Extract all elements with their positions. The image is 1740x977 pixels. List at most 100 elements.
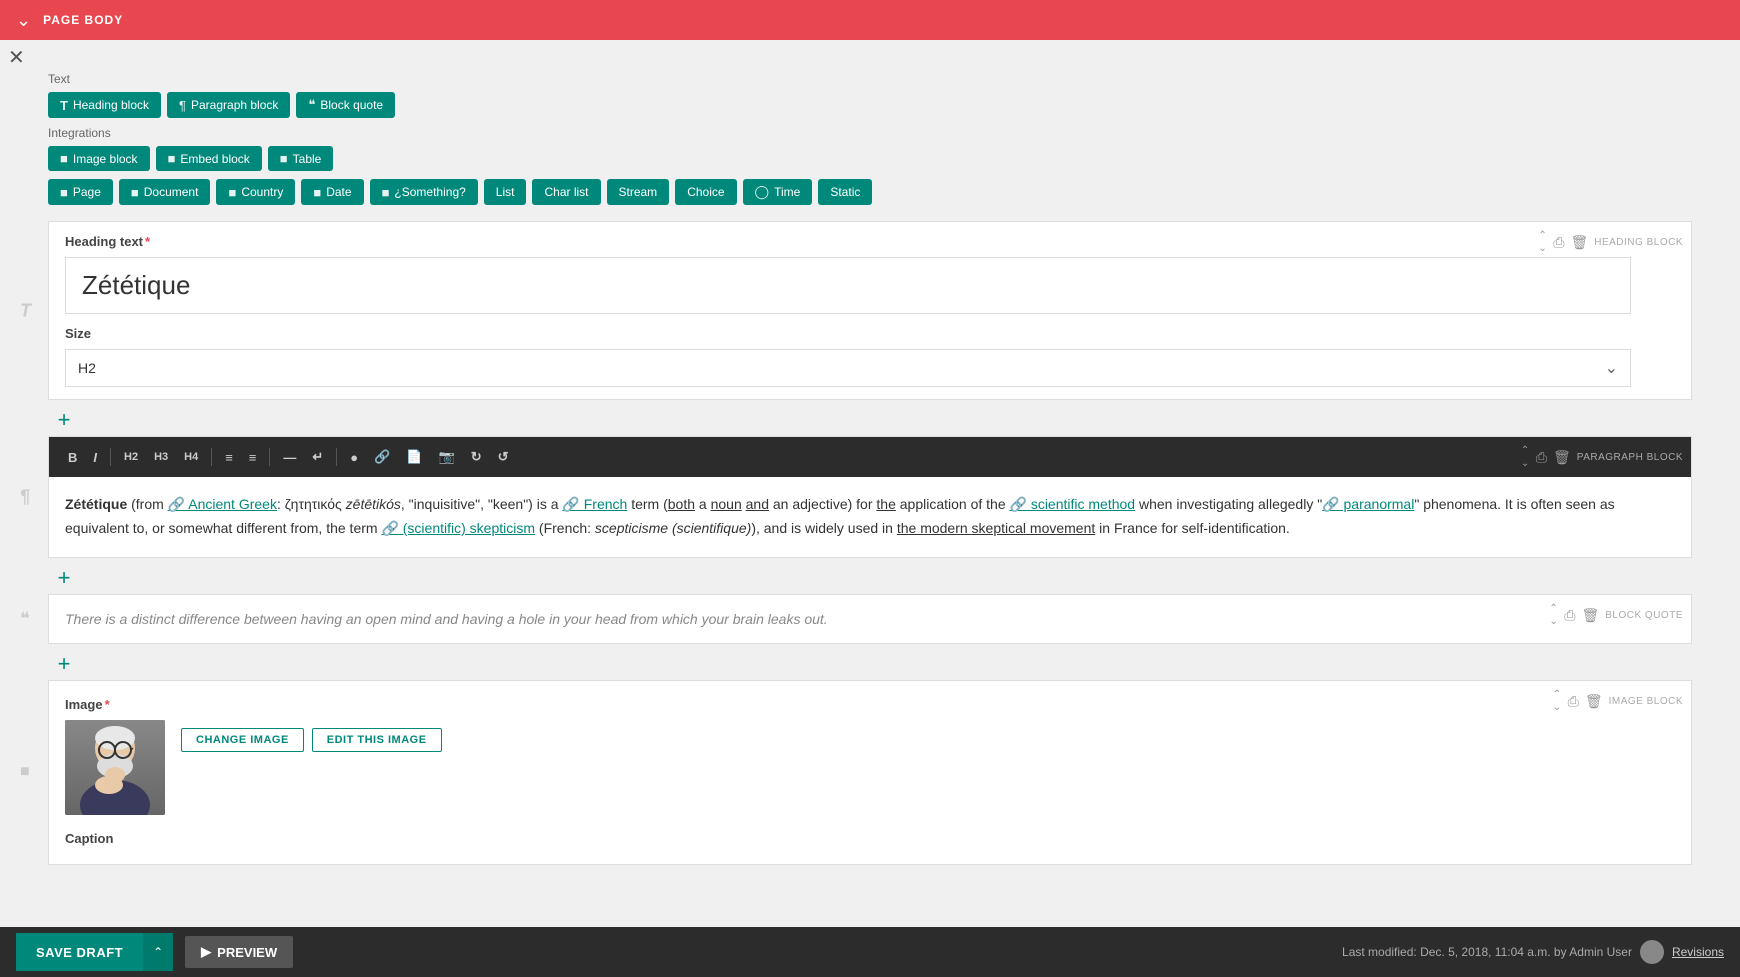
paranormal-link[interactable]: 🔗 paranormal: [1322, 496, 1414, 512]
add-block-button-1[interactable]: +: [52, 408, 76, 432]
stream-block-btn[interactable]: Stream: [607, 179, 670, 205]
para-chevron-down-icon[interactable]: ⌄: [1521, 458, 1530, 470]
chevron-down-icon[interactable]: ⌄: [1538, 243, 1547, 255]
document-block-btn[interactable]: ■ Document: [119, 179, 211, 205]
toolbar-divider-1: [110, 448, 111, 466]
edit-image-button[interactable]: EDIT THIS IMAGE: [312, 728, 442, 752]
page-block-btn[interactable]: ■ Page: [48, 179, 113, 205]
date-block-btn[interactable]: ■ Date: [301, 179, 363, 205]
more-blocks-row: ■ Page ■ Document ■ Country ■ Date ■ ¿So…: [48, 179, 1708, 205]
image-insert-button[interactable]: 📷: [432, 445, 462, 469]
table-block-btn[interactable]: ■ Table: [268, 146, 334, 171]
static-block-btn[interactable]: Static: [818, 179, 872, 205]
preview-button[interactable]: ▶ PREVIEW: [185, 936, 293, 968]
ul-button[interactable]: ≡: [218, 446, 240, 469]
blockquote-side-icon: ❝: [20, 608, 30, 629]
add-block-button-2[interactable]: +: [52, 566, 76, 590]
french-link[interactable]: 🔗 French: [562, 496, 627, 512]
quote-chevron-up-icon[interactable]: ⌃: [1549, 603, 1558, 615]
revisions-link[interactable]: Revisions: [1672, 945, 1724, 959]
text-blocks-row: T Heading block ¶ Paragraph block ❝ Bloc…: [48, 92, 1708, 118]
h2-button[interactable]: H2: [117, 447, 145, 467]
scientific-method-link[interactable]: 🔗 scientific method: [1010, 496, 1136, 512]
content-area: T Heading text* Size H2 H1 H3: [48, 221, 1692, 865]
embed-block-btn[interactable]: ■ Embed block: [156, 146, 262, 171]
para-chevron-up-icon[interactable]: ⌃: [1521, 445, 1530, 457]
heading-icon: T: [60, 98, 68, 113]
h3-button[interactable]: H3: [147, 447, 175, 467]
size-select[interactable]: H2 H1 H3 H4 H5 H6: [66, 350, 1630, 386]
redo-button[interactable]: ↺: [491, 445, 516, 469]
paragraph-block-btn[interactable]: ¶ Paragraph block: [167, 92, 290, 118]
image-block-btn[interactable]: ■ Image block: [48, 146, 150, 171]
rich-text-toolbar: B I H2 H3 H4 ≡ ≡ — ↵ ● 🔗 📄 📷: [49, 437, 1691, 477]
heading-block-updown[interactable]: ⌃ ⌄: [1538, 230, 1547, 255]
page-icon: ■: [60, 185, 68, 200]
quote-chevron-down-icon[interactable]: ⌄: [1549, 616, 1558, 628]
reload-button[interactable]: ●: [343, 446, 365, 469]
image-block-label-text: IMAGE BLOCK: [1609, 696, 1683, 707]
size-field: Size H2 H1 H3 H4 H5 H6 ⌄: [65, 326, 1631, 387]
ancient-greek-link[interactable]: 🔗 Ancient Greek: [168, 496, 277, 512]
file-button[interactable]: 📄: [399, 445, 429, 469]
document-icon: ■: [131, 185, 139, 200]
img-chevron-down-icon[interactable]: ⌄: [1553, 702, 1562, 714]
image-icon: ■: [60, 151, 68, 166]
toolbar-divider-4: [336, 448, 337, 466]
ol-button[interactable]: ≡: [242, 446, 264, 469]
heading-block-copy-icon[interactable]: ⎙: [1553, 234, 1564, 251]
list-block-btn[interactable]: List: [484, 179, 527, 205]
image-block: Image*: [48, 680, 1692, 865]
size-label: Size: [65, 326, 1631, 341]
blockquote-block-btn[interactable]: ❝ Block quote: [296, 92, 395, 118]
bottom-left-area: SAVE DRAFT ⌃ ▶ PREVIEW: [16, 933, 293, 971]
close-button[interactable]: ✕: [8, 48, 25, 68]
paragraph-content[interactable]: Zététique (from 🔗 Ancient Greek: ζητητικ…: [49, 477, 1691, 557]
charlist-block-btn[interactable]: Char list: [532, 179, 600, 205]
paragraph-block: B I H2 H3 H4 ≡ ≡ — ↵ ● 🔗 📄 📷: [48, 436, 1692, 558]
add-block-button-3[interactable]: +: [52, 652, 76, 676]
save-draft-button[interactable]: SAVE DRAFT: [16, 933, 143, 971]
add-block-area-1: +: [48, 408, 1692, 428]
link-button[interactable]: 🔗: [367, 445, 397, 469]
image-controls: CHANGE IMAGE EDIT THIS IMAGE: [181, 728, 442, 752]
heading-text-input[interactable]: [65, 257, 1631, 314]
main-container: ✕ Text T Heading block ¶ Paragraph block…: [0, 40, 1740, 927]
chevron-up-icon[interactable]: ⌃: [1538, 230, 1547, 242]
h4-button[interactable]: H4: [177, 447, 205, 467]
preview-icon: ▶: [201, 944, 211, 960]
image-block-container: ■ Image*: [48, 680, 1692, 865]
time-block-btn[interactable]: ◯ Time: [743, 179, 813, 205]
paragraph-block-updown[interactable]: ⌃ ⌄: [1521, 445, 1530, 470]
paragraph-block-copy-icon[interactable]: ⎙: [1536, 449, 1547, 466]
toolbar-divider-2: [211, 448, 212, 466]
blockquote-container: ❝ There is a distinct difference between…: [48, 594, 1692, 644]
blockquote-updown[interactable]: ⌃ ⌄: [1549, 603, 1558, 628]
italic-button[interactable]: I: [86, 446, 104, 469]
image-block-delete-icon[interactable]: 🗑: [1585, 693, 1603, 710]
block-quote-content[interactable]: There is a distinct difference between h…: [49, 595, 1691, 643]
heading-block-delete-icon[interactable]: 🗑: [1570, 234, 1588, 251]
save-draft-dropdown-button[interactable]: ⌃: [143, 933, 173, 971]
paragraph-block-label-text: PARAGRAPH BLOCK: [1577, 452, 1683, 463]
choice-block-btn[interactable]: Choice: [675, 179, 736, 205]
country-block-btn[interactable]: ■ Country: [216, 179, 295, 205]
undo-button[interactable]: ↻: [464, 445, 489, 469]
hr-button[interactable]: —: [276, 446, 303, 469]
image-block-copy-icon[interactable]: ⎙: [1568, 693, 1579, 710]
change-image-button[interactable]: CHANGE IMAGE: [181, 728, 304, 752]
paragraph-block-delete-icon[interactable]: 🗑: [1553, 449, 1571, 466]
skepticism-link[interactable]: 🔗 (scientific) skepticism: [381, 520, 535, 536]
heading-block: Heading text* Size H2 H1 H3 H4 H5: [48, 221, 1692, 400]
blockquote-copy-icon[interactable]: ⎙: [1564, 607, 1575, 624]
collapse-icon[interactable]: ⌄: [16, 10, 31, 31]
image-block-updown[interactable]: ⌃ ⌄: [1553, 689, 1562, 714]
something-block-btn[interactable]: ■ ¿Something?: [370, 179, 478, 205]
bold-button[interactable]: B: [61, 446, 84, 469]
heading-block-btn[interactable]: T Heading block: [48, 92, 161, 118]
image-thumbnail: [65, 720, 165, 815]
enter-button[interactable]: ↵: [305, 445, 330, 469]
img-chevron-up-icon[interactable]: ⌃: [1553, 689, 1562, 701]
blockquote-delete-icon[interactable]: 🗑: [1581, 607, 1599, 624]
image-buttons-area: CHANGE IMAGE EDIT THIS IMAGE: [181, 720, 442, 752]
